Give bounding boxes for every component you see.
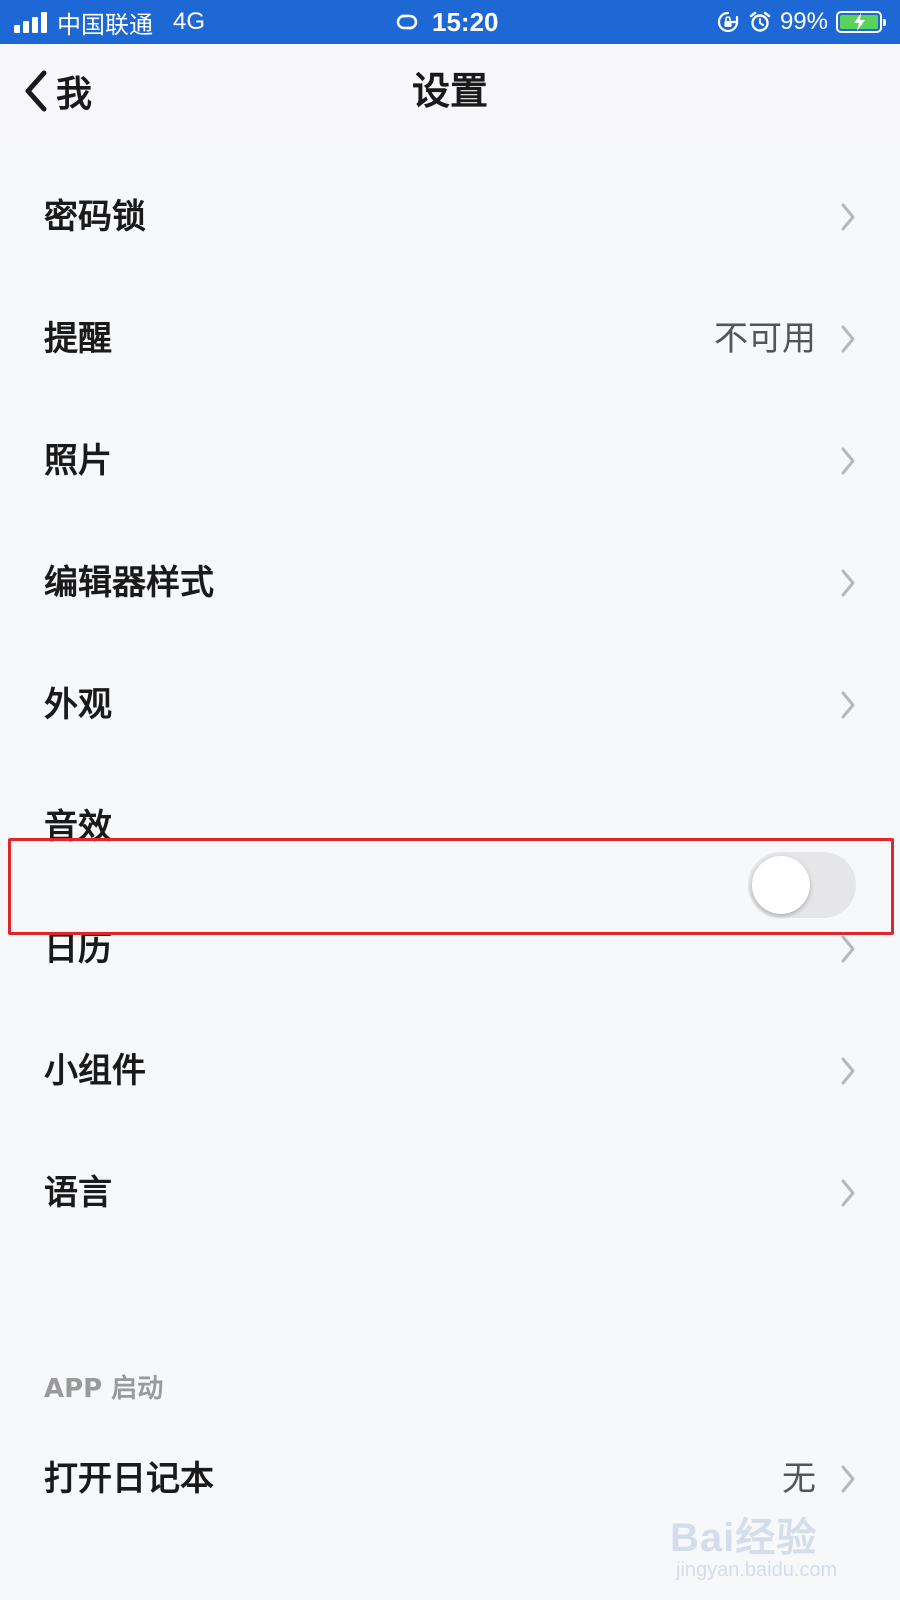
carrier-name: 中国联通 — [57, 11, 153, 39]
chevron-right-icon — [841, 1179, 855, 1207]
battery-percent: 99% — [779, 8, 828, 35]
network-type: 4G — [173, 8, 206, 35]
row-label: 外观 — [44, 685, 112, 725]
chevron-right-icon — [841, 203, 855, 231]
page-title: 设置 — [411, 69, 488, 113]
row-label: 语言 — [44, 1173, 112, 1213]
row-label: 音效 — [44, 807, 112, 847]
row-label: 小组件 — [44, 1051, 146, 1091]
watermark-logo: Bai经验 jingyan.baidu.com — [670, 1505, 850, 1585]
section-header-app-startup: APP 启动 — [44, 1374, 164, 1404]
row-label: 密码锁 — [44, 197, 146, 237]
settings-row-passcode-lock[interactable]: 密码锁 — [0, 156, 900, 278]
chevron-right-icon — [841, 569, 855, 597]
chevron-right-icon — [841, 935, 855, 963]
settings-list: 密码锁提醒 不可用照片编辑器样式外观音效日历小组件语言 — [0, 156, 900, 1254]
row-label: 照片 — [44, 441, 112, 481]
row-label: 编辑器样式 — [44, 563, 214, 603]
hotspot-link-icon — [396, 14, 418, 30]
chevron-right-icon — [841, 325, 855, 353]
settings-row-appearance[interactable]: 外观 — [0, 644, 900, 766]
chevron-right-icon — [841, 447, 855, 475]
status-time: 15:20 — [432, 6, 499, 37]
battery-charging-icon — [836, 11, 886, 33]
settings-row-language[interactable]: 语言 — [0, 1132, 900, 1254]
settings-row-photos[interactable]: 照片 — [0, 400, 900, 522]
alarm-icon — [749, 11, 771, 32]
status-center: 15:20 — [392, 0, 499, 44]
settings-row-calendar[interactable]: 日历 — [0, 888, 900, 1010]
battery-tip — [883, 19, 886, 26]
status-right: 99% — [716, 0, 886, 44]
settings-row-widgets[interactable]: 小组件 — [0, 1010, 900, 1132]
chevron-right-icon — [841, 1465, 855, 1493]
status-left: 中国联通 4G — [14, 0, 205, 44]
settings-row-reminders[interactable]: 提醒 不可用 — [0, 278, 900, 400]
chevron-right-icon — [841, 691, 855, 719]
chevron-right-icon — [841, 1057, 855, 1085]
row-label: 打开日记本 — [44, 1459, 214, 1499]
watermark-brand: Bai经验 — [670, 1516, 818, 1560]
rotation-lock-icon — [717, 11, 739, 33]
signal-icon — [14, 11, 47, 33]
row-value: 不可用 — [714, 319, 816, 359]
settings-row-editor-style[interactable]: 编辑器样式 — [0, 522, 900, 644]
watermark-url: jingyan.baidu.com — [676, 1559, 838, 1581]
status-bar: 中国联通 4G 15:20 99% — [0, 0, 900, 44]
navigation-bar: 我 设置 — [0, 44, 900, 138]
row-label: 提醒 — [44, 319, 112, 359]
charging-bolt-icon — [854, 13, 865, 31]
row-label: 日历 — [44, 929, 112, 969]
